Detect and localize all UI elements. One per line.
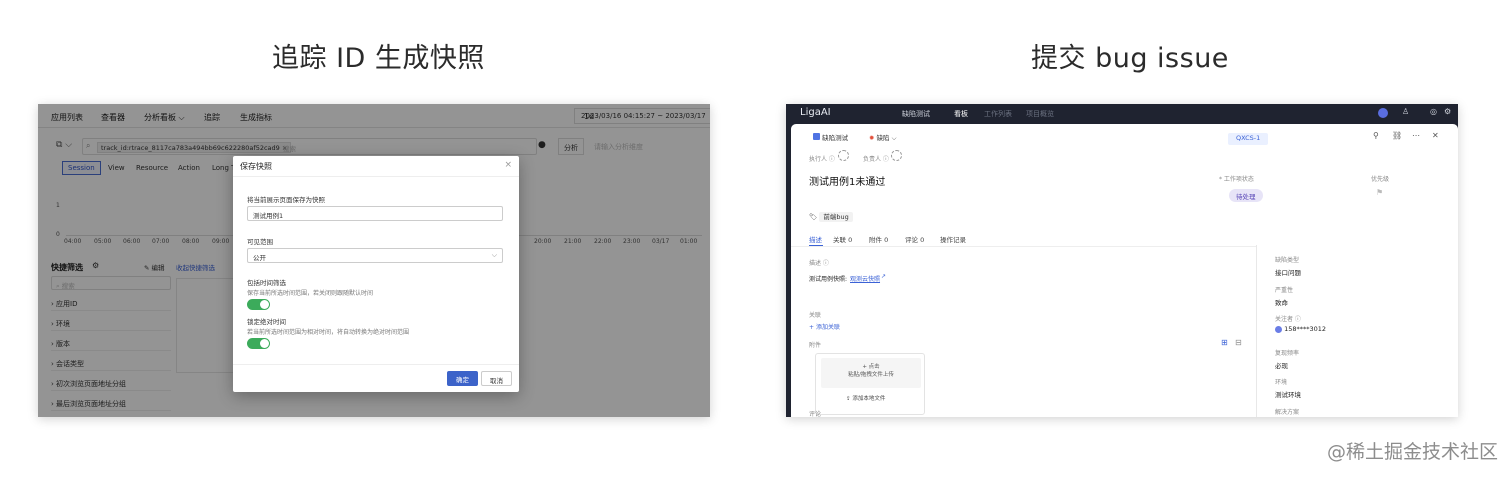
save-snapshot-dialog: 保存快照 × 将当前展示页面保存为快照 测试用例1 可见范围 公开 ⌵ 包括时间筛… [233, 156, 519, 392]
tab-attachments[interactable]: 附件 0 [869, 234, 888, 244]
user-icon[interactable]: ♙ [1402, 107, 1409, 116]
snapshot-name-input[interactable]: 测试用例1 [247, 206, 503, 221]
absolute-time-label: 锁定绝对时间 [247, 318, 286, 326]
name-label: 将当前展示页面保存为快照 [247, 196, 325, 204]
ligaai-logo: LigaAI [800, 107, 831, 118]
avatar [1275, 325, 1282, 333]
drop-zone[interactable]: + 点击 粘贴/拖拽文件上传 [821, 358, 921, 388]
tab-description[interactable]: 描述 [809, 234, 822, 244]
desc-text: 测试用例快照: [809, 276, 848, 283]
dialog-title: 保存快照 [240, 162, 272, 171]
field-label: 复现频率 [1275, 350, 1300, 357]
close-icon[interactable]: × [504, 160, 512, 170]
list-view-icon[interactable]: ⊟ [1235, 338, 1242, 347]
desc-label: 描述 ⓘ [809, 260, 829, 267]
time-filter-toggle[interactable] [247, 299, 270, 310]
issue-detail-panel: 缺陷测试 ✹ 缺陷 ⌵ QXCS-1 ⚲ ⛓ ⋯ ✕ 执行人 ⓘ 负责人 ⓘ 测… [791, 124, 1458, 417]
priority-label: 优先级 [1371, 176, 1390, 183]
divider [233, 176, 519, 177]
avatar[interactable] [1378, 108, 1388, 118]
app-bar: LigaAI 缺陷测试 看板 工作列表 项目概览 ♙ ◎ ⚙ [786, 104, 1458, 124]
bug-icon: ✹ [869, 134, 875, 142]
right-caption: 提交 bug issue [1031, 43, 1229, 74]
app-tab-worklist[interactable]: 工作列表 [984, 109, 1012, 119]
project-icon [813, 133, 820, 140]
time-filter-label: 包括时间筛选 [247, 279, 286, 287]
scope-select[interactable]: 公开 ⌵ [247, 248, 503, 263]
tab-history[interactable]: 操作记录 [940, 234, 966, 244]
tab-relations[interactable]: 关联 0 [833, 234, 852, 244]
snapshot-link[interactable]: 观测云快照 [850, 274, 880, 283]
comment-label: 评论 [809, 411, 822, 417]
breadcrumb-project[interactable]: 缺陷测试 [813, 132, 848, 142]
issue-title[interactable]: 测试用例1未通过 [809, 173, 885, 188]
field-value[interactable]: 必现 [1275, 360, 1288, 370]
field-label: 严重性 [1275, 287, 1294, 294]
settings-icon[interactable]: ⚙ [1444, 107, 1451, 116]
tag-row: 🏷 前端bug [809, 211, 853, 222]
field-label: 解决方案 [1275, 409, 1300, 416]
link-icon[interactable]: ⛓ [1392, 131, 1402, 140]
field-value[interactable]: 接口问题 [1275, 267, 1301, 277]
tag-chip[interactable]: 前端bug [819, 212, 853, 222]
watcher-chip[interactable]: 158****3012 [1275, 325, 1326, 333]
assignee-label: 执行人 ⓘ [809, 156, 835, 163]
field-value[interactable]: 测试环境 [1275, 389, 1301, 399]
owner-avatar[interactable] [891, 150, 902, 161]
pin-icon[interactable]: ⚲ [1373, 131, 1379, 140]
status-badge[interactable]: 待处理 [1229, 189, 1263, 202]
snapshot-screen: 应用列表 查看器 分析看板 ⌵ 追踪 生成指标 1d 2023/03/16 04… [38, 104, 710, 417]
issue-type-select[interactable]: ✹ 缺陷 ⌵ [869, 132, 897, 143]
grid-view-icon[interactable]: ⊞ [1221, 338, 1228, 347]
left-caption: 追踪 ID 生成快照 [272, 43, 485, 74]
absolute-time-toggle[interactable] [247, 338, 270, 349]
chevron-down-icon: ⌵ [491, 251, 497, 259]
absolute-time-desc: 若当前所选时间范围为相对时间，将自动转换为绝对时间范围 [247, 329, 410, 336]
confirm-button[interactable]: 确定 [447, 371, 478, 386]
flag-icon[interactable]: ⚑ [1376, 188, 1383, 197]
upload-area[interactable]: + 点击 粘贴/拖拽文件上传 ⇪ 添加本地文件 [815, 353, 925, 415]
field-label: 缺陷类型 [1275, 257, 1300, 264]
close-icon[interactable]: ✕ [1432, 131, 1439, 140]
status-label: * 工作项状态 [1219, 176, 1254, 183]
more-icon[interactable]: ⋯ [1412, 131, 1420, 140]
add-relation-button[interactable]: + 添加关联 [809, 322, 840, 331]
app-tab-board[interactable]: 看板 [954, 109, 968, 119]
tab-comments[interactable]: 评论 0 [905, 234, 924, 244]
scope-label: 可见范围 [247, 238, 273, 246]
owner-label: 负责人 ⓘ [863, 156, 889, 163]
divider [233, 364, 519, 365]
field-label: 关注者 ⓘ [1275, 316, 1301, 323]
attach-label: 附件 [809, 342, 822, 349]
app-tab-project[interactable]: 缺陷测试 [902, 109, 930, 119]
add-local-file-button[interactable]: ⇪ 添加本地文件 [846, 394, 885, 402]
app-tab-overview[interactable]: 项目概览 [1026, 109, 1054, 119]
issue-key-badge[interactable]: QXCS-1 [1228, 133, 1269, 145]
external-link-icon[interactable]: ↗ [881, 273, 886, 280]
issue-screen: LigaAI 缺陷测试 看板 工作列表 项目概览 ♙ ◎ ⚙ 缺陷测试 ✹ 缺陷… [786, 104, 1458, 417]
divider [791, 246, 1256, 247]
relation-label: 关联 [809, 312, 822, 319]
divider [1256, 245, 1257, 417]
time-filter-desc: 保存当前所选时间范围，若关闭则跟随默认时间 [247, 290, 374, 297]
assignee-avatar[interactable] [838, 150, 849, 161]
watermark: @稀土掘金技术社区 [1326, 441, 1498, 463]
cancel-button[interactable]: 取消 [481, 371, 512, 386]
field-label: 环境 [1275, 379, 1288, 386]
tag-icon: 🏷 [809, 213, 818, 221]
help-icon[interactable]: ◎ [1430, 107, 1437, 116]
field-value[interactable]: 致命 [1275, 297, 1288, 307]
